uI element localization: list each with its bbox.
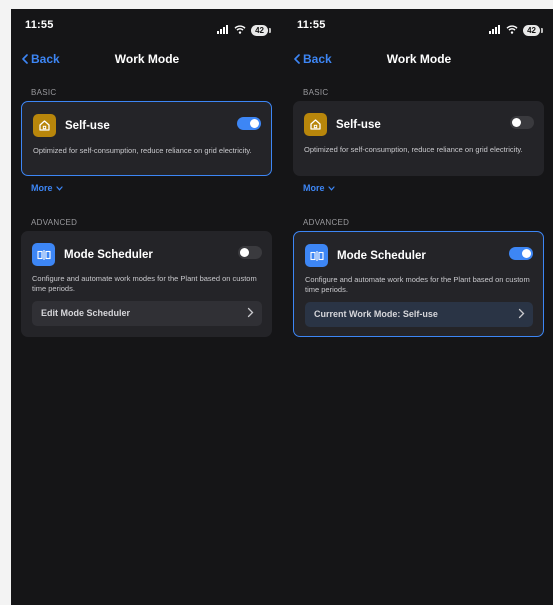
section-label-advanced: ADVANCED [303, 218, 350, 227]
mode-scheduler-toggle[interactable] [509, 247, 533, 260]
mode-scheduler-toggle[interactable] [238, 246, 262, 259]
signal-icon [489, 24, 501, 34]
self-use-description: Optimized for self-consumption, reduce r… [304, 145, 523, 154]
battery-level: 42 [251, 25, 268, 36]
page-title: Work Mode [114, 52, 180, 66]
self-use-toggle[interactable] [510, 116, 534, 129]
section-label-basic: BASIC [303, 88, 329, 97]
more-button[interactable]: More [303, 183, 335, 193]
status-bar: 11:55 42 [297, 19, 543, 38]
edit-mode-scheduler-button[interactable]: Edit Mode Scheduler [32, 301, 262, 326]
signal-icon [217, 24, 229, 34]
chevron-down-icon [327, 185, 335, 191]
phone-screen-right: 11:55 42 Back Work Mode BASIC Self-use O… [283, 9, 553, 605]
current-work-mode-label: Current Work Mode: Self-use [314, 309, 438, 319]
edit-mode-scheduler-label: Edit Mode Scheduler [41, 308, 131, 318]
self-use-card[interactable]: Self-use Optimized for self-consumption,… [293, 101, 544, 176]
mode-scheduler-title: Mode Scheduler [337, 249, 426, 262]
chevron-down-icon [55, 185, 63, 191]
mode-scheduler-title: Mode Scheduler [64, 248, 153, 261]
self-use-toggle[interactable] [237, 117, 261, 130]
scheduler-icon [32, 243, 55, 266]
battery-icon: 42 [523, 20, 543, 38]
battery-icon: 42 [251, 20, 271, 38]
mode-scheduler-card[interactable]: Mode Scheduler Configure and automate wo… [293, 231, 544, 337]
chevron-right-icon [247, 307, 254, 318]
page-title: Work Mode [386, 52, 452, 66]
wifi-icon [234, 24, 246, 34]
more-label: More [31, 183, 53, 193]
wifi-icon [506, 24, 518, 34]
self-use-title: Self-use [65, 119, 110, 132]
status-bar: 11:55 42 [25, 19, 271, 38]
status-time: 11:55 [297, 19, 326, 31]
chevron-right-icon [518, 308, 525, 319]
mode-scheduler-description: Configure and automate work modes for th… [32, 274, 257, 293]
nav-bar: Back Work Mode [283, 52, 553, 70]
nav-bar: Back Work Mode [11, 52, 283, 70]
mode-scheduler-card[interactable]: Mode Scheduler Configure and automate wo… [21, 231, 272, 337]
house-icon [304, 113, 327, 136]
house-icon [33, 114, 56, 137]
current-work-mode-button[interactable]: Current Work Mode: Self-use [305, 302, 533, 327]
phone-screen-left: 11:55 42 Back Work Mode BASIC Self-use O… [11, 9, 283, 605]
mode-scheduler-description: Configure and automate work modes for th… [305, 275, 530, 294]
self-use-description: Optimized for self-consumption, reduce r… [33, 146, 252, 155]
scheduler-icon [305, 244, 328, 267]
section-label-basic: BASIC [31, 88, 57, 97]
more-label: More [303, 183, 325, 193]
section-label-advanced: ADVANCED [31, 218, 78, 227]
self-use-title: Self-use [336, 118, 381, 131]
more-button[interactable]: More [31, 183, 63, 193]
battery-level: 42 [523, 25, 540, 36]
self-use-card[interactable]: Self-use Optimized for self-consumption,… [21, 101, 272, 176]
status-time: 11:55 [25, 19, 54, 31]
